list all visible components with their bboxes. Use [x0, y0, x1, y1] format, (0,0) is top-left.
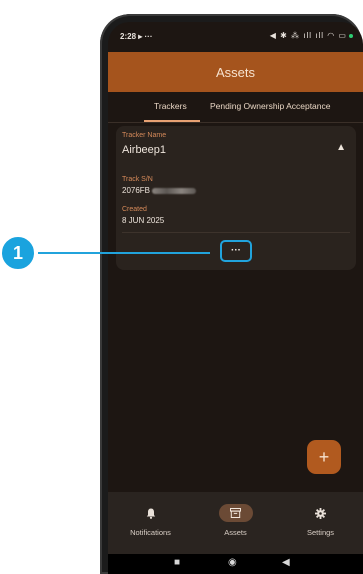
archive-icon [218, 504, 253, 522]
bottom-navigation: Notifications Assets Settings [108, 492, 363, 554]
app-screen: 2:28 ▸ ··· ◀ ✱ ⁂ ıll ıll ◠ ▭ Assets Trac… [108, 22, 363, 574]
plus-icon: + [318, 446, 330, 467]
ellipsis-icon: ··· [231, 245, 241, 256]
tab-trackers[interactable]: Trackers [154, 101, 187, 111]
track-sn-value: 2076FB [122, 186, 197, 195]
tab-pending-ownership[interactable]: Pending Ownership Acceptance [210, 101, 331, 111]
nav-notifications-label: Notifications [130, 528, 171, 537]
status-icons: ◀ ✱ ⁂ ıll ıll ◠ ▭ [270, 31, 353, 40]
nav-assets[interactable]: Assets [193, 492, 278, 554]
redacted-serial-blur [152, 187, 197, 194]
app-bar: Assets [108, 52, 363, 92]
page-title: Assets [215, 64, 255, 80]
battery-dot-icon [349, 33, 353, 38]
bell-icon [134, 504, 168, 522]
more-options-button[interactable]: ··· [220, 240, 252, 262]
nav-settings-label: Settings [306, 528, 335, 537]
recent-apps-icon[interactable]: ■ [174, 557, 180, 568]
active-tab-indicator [144, 120, 200, 122]
tracker-name-label: Tracker Name [122, 132, 167, 139]
nav-assets-label: Assets [224, 528, 247, 537]
status-time: 2:28 ▸ ··· [120, 32, 153, 41]
back-icon[interactable]: ◀ [282, 557, 290, 568]
track-sn-label: Track S/N [122, 176, 153, 183]
gear-icon [304, 504, 338, 522]
nav-notifications[interactable]: Notifications [108, 492, 193, 554]
home-icon[interactable]: ◉ [228, 557, 237, 568]
add-tracker-button[interactable]: + [307, 440, 341, 474]
created-value: 8 JUN 2025 [122, 216, 165, 225]
card-divider [122, 232, 350, 233]
tracker-card: Tracker Name Airbeep1 ▲ Track S/N 2076FB… [116, 126, 356, 270]
callout-badge: 1 [0, 235, 36, 271]
callout-line [38, 252, 210, 254]
tab-bar: Trackers Pending Ownership Acceptance [108, 92, 363, 123]
created-label: Created [122, 206, 147, 213]
nav-settings[interactable]: Settings [278, 492, 363, 554]
status-bar: 2:28 ▸ ··· ◀ ✱ ⁂ ıll ıll ◠ ▭ [108, 22, 363, 50]
chevron-up-icon[interactable]: ▲ [336, 142, 346, 153]
system-navigation-bar: ■ ◉ ◀ [108, 554, 363, 574]
tracker-name-value: Airbeep1 [122, 144, 167, 156]
